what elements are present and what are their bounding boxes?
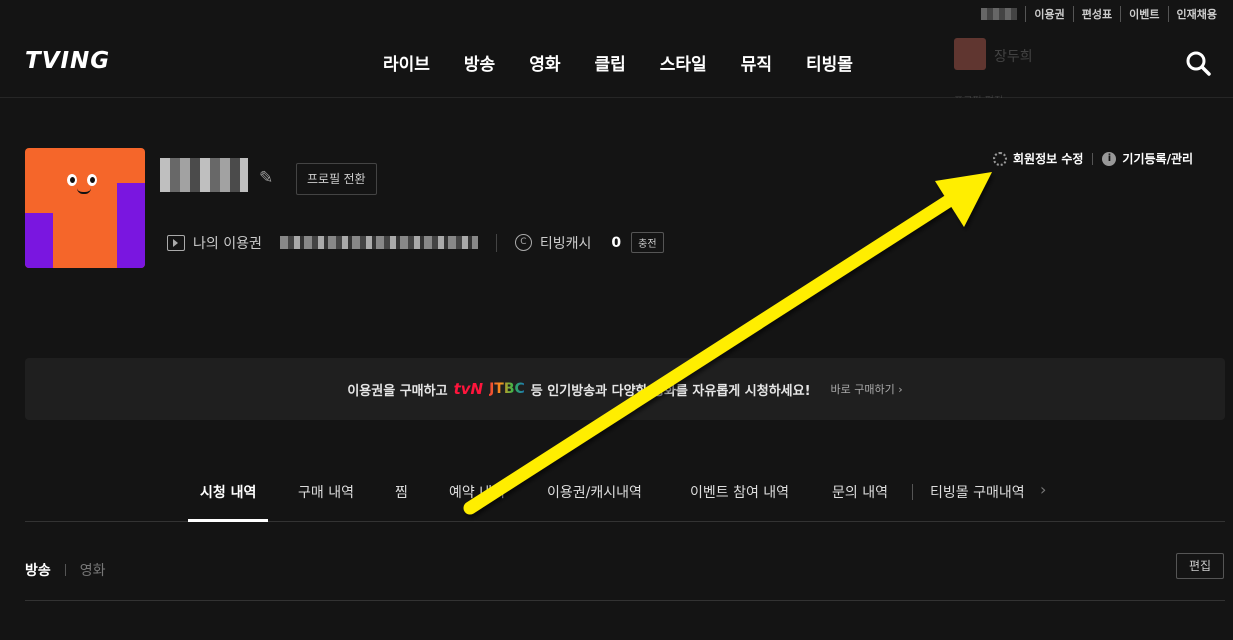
link-ticket[interactable]: 이용권	[1025, 6, 1072, 22]
tab-reservation[interactable]: 예약 내역	[449, 482, 505, 502]
jtbc-logo: JTBC	[489, 381, 525, 397]
cash-icon: C	[514, 234, 532, 251]
blurred-username	[981, 8, 1018, 20]
profile-section: ✎ 프로필 전환 나의 이용권 C 티빙캐시 0 충전 회원정보 수정 i 기기…	[0, 98, 1233, 318]
nav-music[interactable]: 뮤직	[741, 50, 772, 75]
dropdown-avatar	[954, 38, 986, 70]
link-schedule[interactable]: 편성표	[1072, 6, 1120, 22]
account-links: 회원정보 수정 i 기기등록/관리	[993, 150, 1193, 167]
tab-event[interactable]: 이벤트 참여 내역	[690, 482, 789, 502]
avatar-eye-right	[87, 174, 97, 186]
nav-style[interactable]: 스타일	[660, 50, 707, 75]
divider	[1092, 152, 1094, 165]
chevron-right-icon[interactable]: ›	[1040, 480, 1046, 499]
blurred-ticket-info	[279, 236, 478, 249]
blurred-profile-name	[160, 158, 248, 192]
divider	[64, 564, 66, 576]
edit-button[interactable]: 편집	[1176, 553, 1224, 579]
link-careers[interactable]: 인재채용	[1167, 6, 1225, 22]
tab-purchase-history[interactable]: 구매 내역	[298, 482, 354, 502]
dropdown-name: 장두희	[994, 49, 1033, 65]
ticket-label: 나의 이용권	[193, 235, 262, 252]
gear-icon	[993, 151, 1007, 166]
ticket-cash-row: 나의 이용권 C 티빙캐시 0 충전	[167, 232, 664, 253]
utility-links: 이용권 편성표 이벤트 인재채용	[981, 0, 1233, 28]
search-icon[interactable]	[1185, 50, 1211, 76]
nav-clip[interactable]: 클립	[594, 50, 625, 75]
avatar	[25, 148, 145, 268]
subtab-broadcast[interactable]: 방송	[25, 560, 51, 580]
profile-switch-button[interactable]: 프로필 전환	[296, 163, 377, 195]
promo-text-after: 등 인기방송과 다양한 영화를 자유롭게 시청하세요!	[530, 383, 811, 399]
device-manage-link[interactable]: 기기등록/관리	[1122, 150, 1193, 167]
pencil-icon[interactable]: ✎	[259, 168, 279, 188]
nav-tvingmall[interactable]: 티빙몰	[806, 50, 853, 75]
history-tabs: 시청 내역 구매 내역 찜 예약 내역 이용권/캐시내역 이벤트 참여 내역 문…	[25, 470, 1225, 522]
ticket-icon	[167, 234, 185, 251]
tab-watch-history[interactable]: 시청 내역	[200, 482, 256, 502]
tab-ticket-cash[interactable]: 이용권/캐시내역	[547, 482, 642, 502]
content-type-tabs: 방송 영화	[25, 560, 106, 580]
cash-value: 0	[611, 234, 622, 251]
main-menu: 라이브 방송 영화 클립 스타일 뮤직 티빙몰	[383, 50, 887, 75]
subtab-movie[interactable]: 영화	[80, 560, 106, 580]
promo-banner[interactable]: 이용권을 구매하고 tvN JTBC 등 인기방송과 다양한 영화를 자유롭게 …	[25, 358, 1225, 420]
tab-mall-purchase[interactable]: 티빙몰 구매내역	[930, 482, 1025, 502]
link-event[interactable]: 이벤트	[1120, 6, 1167, 22]
charge-button[interactable]: 충전	[631, 232, 664, 253]
tving-logo[interactable]: TVING	[25, 48, 110, 74]
edit-member-link[interactable]: 회원정보 수정	[1013, 150, 1083, 167]
buy-now-link[interactable]: 바로 구매하기 ›	[831, 381, 903, 397]
info-icon: i	[1102, 151, 1117, 166]
avatar-bg-right	[117, 183, 145, 268]
tab-inquiry[interactable]: 문의 내역	[832, 482, 888, 502]
tvn-logo: tvN	[453, 380, 484, 398]
promo-text-before: 이용권을 구매하고	[347, 383, 448, 399]
nav-live[interactable]: 라이브	[383, 50, 430, 75]
tab-divider	[912, 484, 913, 500]
nav-movie[interactable]: 영화	[529, 50, 560, 75]
tab-wishlist[interactable]: 찜	[395, 482, 408, 502]
avatar-mouth	[77, 188, 91, 194]
avatar-bg-left	[25, 213, 53, 268]
nav-broadcast[interactable]: 방송	[464, 50, 495, 75]
divider	[495, 233, 497, 252]
active-tab-indicator	[188, 519, 268, 522]
cash-label: 티빙캐시	[539, 235, 592, 252]
divider-line	[25, 600, 1225, 601]
avatar-eye-left	[67, 174, 77, 186]
